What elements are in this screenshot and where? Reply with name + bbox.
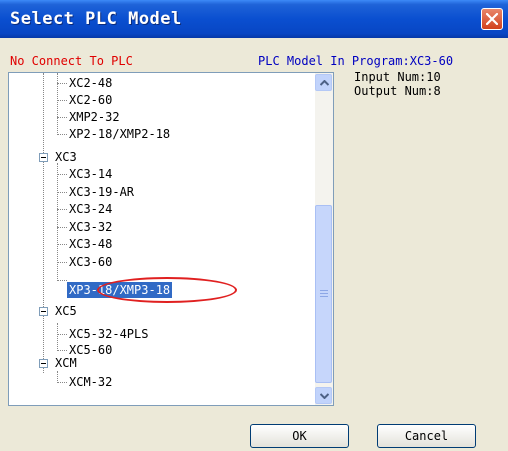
connection-status: No Connect To PLC <box>10 54 133 68</box>
tree-item[interactable]: XC5-32-4PLS <box>69 326 148 342</box>
collapse-icon[interactable] <box>39 307 48 316</box>
chevron-up-icon <box>320 80 329 86</box>
title-bar: Select PLC Model <box>0 0 508 38</box>
output-num-label: Output Num:8 <box>354 84 441 98</box>
tree-item[interactable]: XC2-48 <box>69 75 112 91</box>
scroll-down-button[interactable] <box>315 387 332 404</box>
tree-item[interactable]: XC3-14 <box>69 166 112 182</box>
cancel-button[interactable]: Cancel <box>377 424 476 448</box>
collapse-icon[interactable] <box>39 153 48 162</box>
tree-item[interactable]: XMP2-32 <box>69 109 120 125</box>
tree-group-xc5[interactable]: XC5 <box>55 303 77 319</box>
tree-item[interactable]: XCM-32 <box>69 374 112 390</box>
tree-item[interactable]: XC3-48 <box>69 236 112 252</box>
tree-item[interactable]: XC3-24 <box>69 201 112 217</box>
plc-model-tree[interactable]: XC2-48 XC2-60 XMP2-32 XP2-18/XMP2-18 XC3… <box>8 72 334 406</box>
window-title: Select PLC Model <box>10 9 182 29</box>
scroll-up-button[interactable] <box>315 74 332 91</box>
tree-item[interactable]: XC2-60 <box>69 92 112 108</box>
close-button[interactable] <box>481 8 503 30</box>
tree-group-xc3[interactable]: XC3 <box>55 149 77 165</box>
tree-item[interactable]: XC3-19-AR <box>69 184 134 200</box>
tree-group-xcm[interactable]: XCM <box>55 355 77 371</box>
highlight-annotation <box>97 277 237 303</box>
program-model-label: PLC Model In Program:XC3-60 <box>258 54 454 68</box>
tree-item[interactable]: XP2-18/XMP2-18 <box>69 126 170 142</box>
chevron-down-icon <box>320 393 329 399</box>
close-icon <box>486 13 498 25</box>
tree-item[interactable]: XC3-32 <box>69 219 112 235</box>
scrollbar-thumb[interactable] <box>315 205 332 383</box>
ok-button[interactable]: OK <box>250 424 349 448</box>
collapse-icon[interactable] <box>39 359 48 368</box>
tree-item[interactable]: XC3-60 <box>69 254 112 270</box>
vertical-scrollbar[interactable] <box>315 73 333 405</box>
select-plc-model-dialog: Select PLC Model No Connect To PLC PLC M… <box>0 0 508 451</box>
input-num-label: Input Num:10 <box>354 70 441 84</box>
